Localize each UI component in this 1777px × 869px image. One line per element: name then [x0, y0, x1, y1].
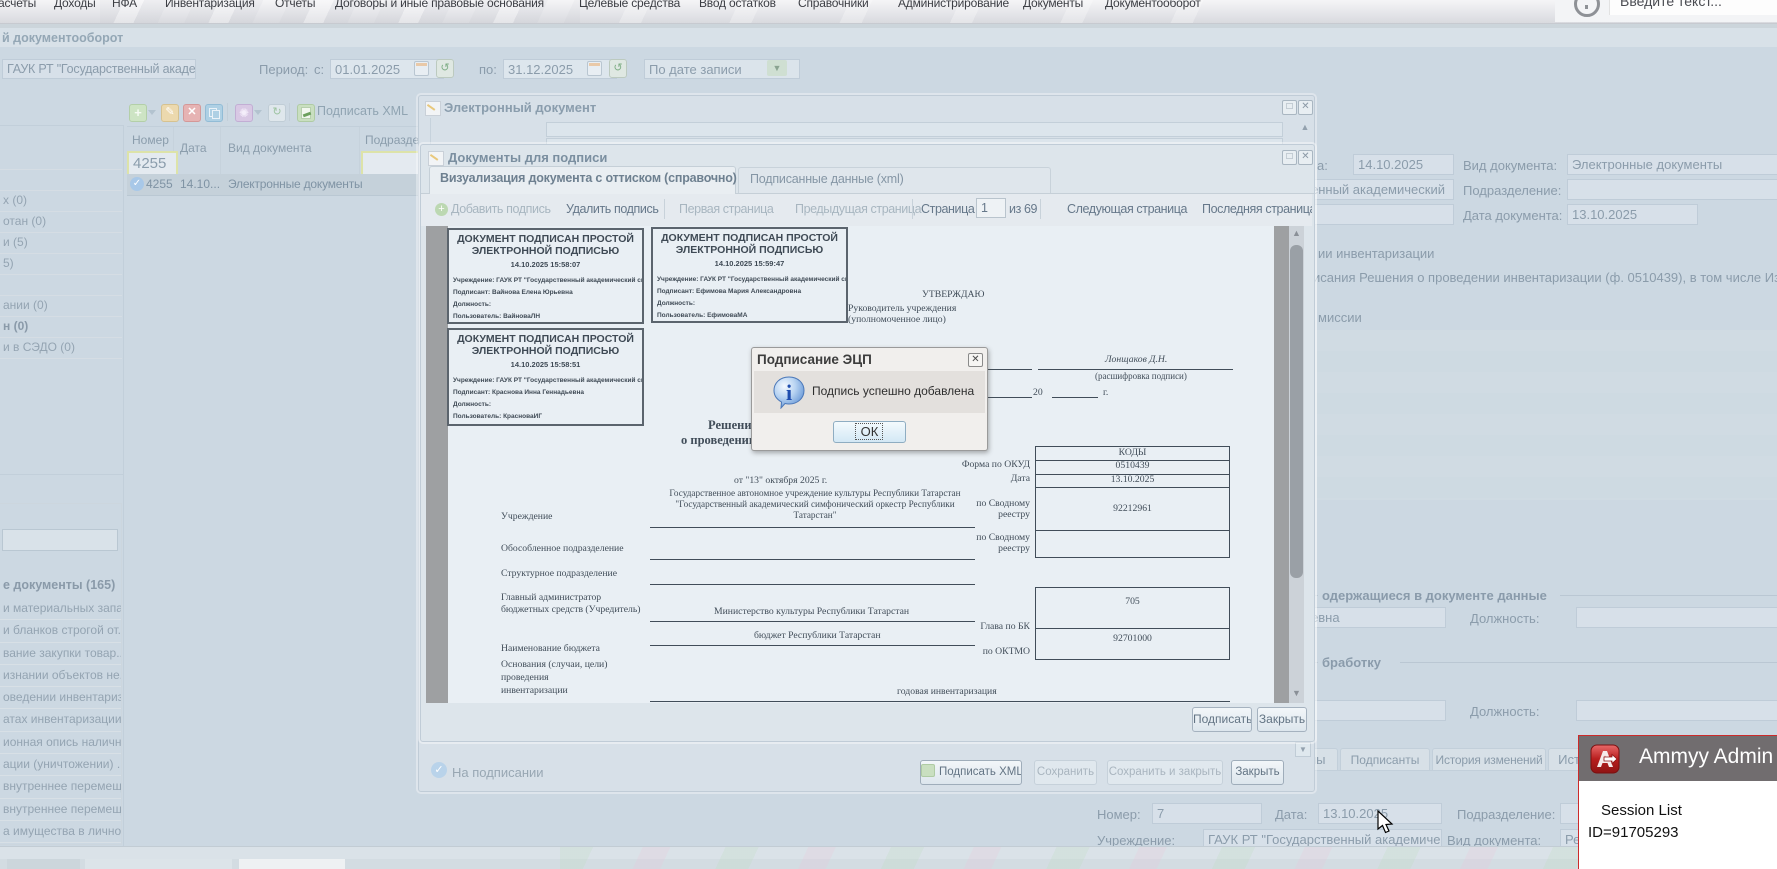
- svg-text:i: i: [786, 380, 792, 405]
